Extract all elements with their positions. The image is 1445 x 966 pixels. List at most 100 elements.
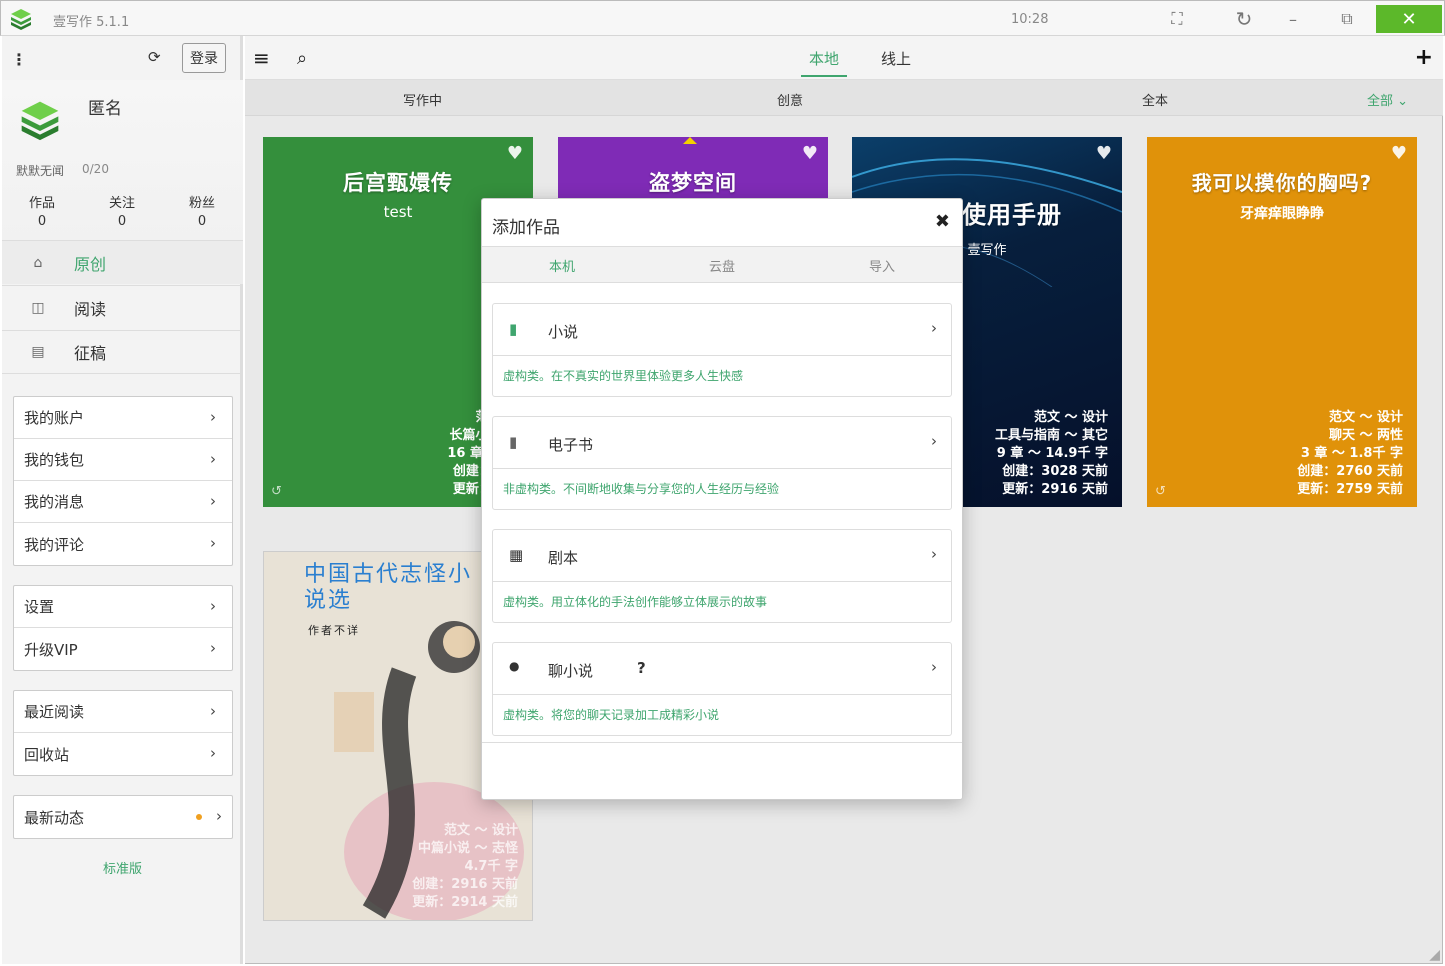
tab-local-machine[interactable]: 本机 [482,256,642,275]
help-icon[interactable]: ? [637,659,646,677]
chevron-right-icon: › [931,658,937,676]
chevron-right-icon: › [210,492,216,510]
card-title: 我可以摸你的胸吗? [1191,171,1373,195]
heart-icon[interactable]: ♥ [507,143,523,164]
reload-icon: ↻ [1235,7,1253,31]
chevron-right-icon: › [931,432,937,450]
app-title: 壹写作 5.1.1 [53,15,130,30]
account-menu: 我的账户 › 我的钱包 › 我的消息 › 我的评论 › [13,396,233,566]
menu-my-wallet[interactable]: 我的钱包 › [14,439,232,481]
notification-dot [196,814,202,820]
work-card[interactable]: ♥ 我可以摸你的胸吗? 牙痒痒眼睁睁 范文 ～ 设计 聊天 ～ 两性 3 章 ～ 1… [1147,137,1417,507]
chevron-right-icon: › [210,639,216,657]
hamburger-menu-icon[interactable]: ≡ [253,46,270,70]
menu-my-account[interactable]: 我的账户 › [14,397,232,439]
option-chat-novel[interactable]: ● 聊小说 ? › 虚构类。将您的聊天记录加工成精彩小说 [492,642,952,736]
card-subtitle: 牙痒痒眼睁睁 [1240,206,1324,222]
book-icon: ▮ [509,320,518,338]
filter-bar: 写作中 创意 全本 全部 ⌄ [245,80,1443,116]
heart-icon[interactable]: ♥ [1391,143,1407,164]
tab-import[interactable]: 导入 [802,256,962,275]
stat-works[interactable]: 作品 0 [12,195,72,231]
maximize-icon: ⧉ [1341,9,1353,28]
add-icon[interactable]: + [1415,45,1433,70]
dialog-title: 添加作品 [492,218,560,238]
add-work-dialog: 添加作品 ✖ 本机 云盘 导入 ▮ 小说 › 虚构类。在不真实的世界里体验更多人… [481,198,963,800]
option-script[interactable]: ▦ 剧本 › 虚构类。用立体化的手法创作能够立体展示的故事 [492,529,952,623]
card-meta: 范文 ～ 设计 中篇小说 ～ 志怪 4.7千 字创建：2916 天前 更新：2914 … [412,823,518,910]
chevron-right-icon: › [210,408,216,426]
toolbar: ≡ ⌕ 本地 线上 + [245,36,1443,80]
close-window-button[interactable]: ✕ [1376,5,1442,33]
refresh-icon[interactable]: ⟳ [148,48,161,66]
chevron-down-icon: ⌄ [1397,94,1409,109]
filter-idea[interactable]: 创意 [777,90,803,109]
ebook-icon: ▮ [509,433,518,451]
menu-recycle-bin[interactable]: 回收站 › [14,733,232,775]
card-title: 盗梦空间 [649,171,737,195]
resize-grip-icon[interactable]: ◢ [1429,947,1440,963]
chevron-right-icon: › [931,545,937,563]
filter-complete[interactable]: 全本 [1142,90,1168,109]
sidebar: ⋮ ⟳ 登录 匿名 默默无闻 0/20 作品 0 关注 0 粉丝 0 ⌂ 原创 ◫ 阅… [2,36,243,964]
title-bar: 壹写作 5.1.1 10:28 ⛶ ↻ – ⧉ ✕ [0,0,1445,36]
chevron-right-icon: › [210,450,216,468]
nav-submissions[interactable]: ▤ 征稿 [2,330,243,374]
chevron-right-icon: › [210,744,216,762]
app-logo-icon [11,9,31,30]
username[interactable]: 匿名 [88,94,122,119]
film-icon: ▦ [509,546,524,564]
nav-read[interactable]: ◫ 阅读 [2,285,243,329]
card-title: 中国古代志怪小说选 [304,562,473,613]
fullscreen-button[interactable]: ⛶ [1147,5,1207,33]
heart-icon[interactable]: ♥ [1096,143,1112,164]
search-icon[interactable]: ⌕ [297,48,307,69]
chevron-right-icon: › [216,807,222,825]
stat-followers[interactable]: 粉丝 0 [172,195,232,231]
tab-online[interactable]: 线上 [881,48,911,69]
menu-latest-news[interactable]: 最新动态 › [14,796,232,838]
dialog-tabs: 本机 云盘 导入 [482,247,962,283]
menu-upgrade-vip[interactable]: 升级VIP › [14,628,232,670]
tab-cloud[interactable]: 云盘 [642,256,802,275]
clock: 10:28 [1011,12,1049,27]
document-icon: ▤ [31,344,45,360]
maximize-button[interactable]: ⧉ [1317,5,1377,33]
minimize-button[interactable]: – [1263,5,1323,33]
book-open-icon: ◫ [31,299,45,316]
option-novel[interactable]: ▮ 小说 › 虚构类。在不真实的世界里体验更多人生快感 [492,303,952,397]
close-icon: ✕ [1401,8,1417,30]
menu-settings[interactable]: 设置 › [14,586,232,628]
stat-following[interactable]: 关注 0 [92,195,152,231]
tab-local[interactable]: 本地 [801,48,848,77]
filter-all-dropdown[interactable]: 全部 ⌄ [1367,90,1408,109]
login-button[interactable]: 登录 [182,43,226,73]
chevron-right-icon: › [210,597,216,615]
signature-count: 0/20 [82,162,109,176]
card-subtitle: 作者不详 [308,624,360,637]
menu-recent-reading[interactable]: 最近阅读 › [14,691,232,733]
avatar[interactable] [18,98,62,142]
history-menu: 最近阅读 › 回收站 › [13,690,233,776]
card-meta: 范文 ～ 设计 工具与指南 ～ 其它 9 章 ～ 14.9千 字创建：3028 天前… [994,410,1108,497]
history-icon: ↺ [271,484,282,499]
user-profile: 匿名 默默无闻 0/20 作品 0 关注 0 粉丝 0 [2,80,243,240]
heart-icon[interactable]: ♥ [802,143,818,164]
marker-icon [683,137,697,144]
menu-my-comments[interactable]: 我的评论 › [14,523,232,565]
news-menu: 最新动态 › [13,795,233,839]
dialog-footer-divider [482,742,962,743]
chevron-right-icon: › [931,319,937,337]
menu-my-messages[interactable]: 我的消息 › [14,481,232,523]
fullscreen-icon: ⛶ [1171,9,1183,28]
close-icon[interactable]: ✖ [935,211,950,232]
card-title: 后宫甄嬛传 [343,171,453,195]
more-menu-icon[interactable]: ⋮ [11,50,27,69]
signature[interactable]: 默默无闻 [16,162,64,179]
filter-writing[interactable]: 写作中 [403,90,442,109]
option-ebook[interactable]: ▮ 电子书 › 非虚构类。不间断地收集与分享您的人生经历与经验 [492,416,952,510]
edition-label: 标准版 [102,862,142,877]
settings-menu: 设置 › 升级VIP › [13,585,233,671]
chevron-right-icon: › [210,534,216,552]
nav-original[interactable]: ⌂ 原创 [2,240,243,284]
